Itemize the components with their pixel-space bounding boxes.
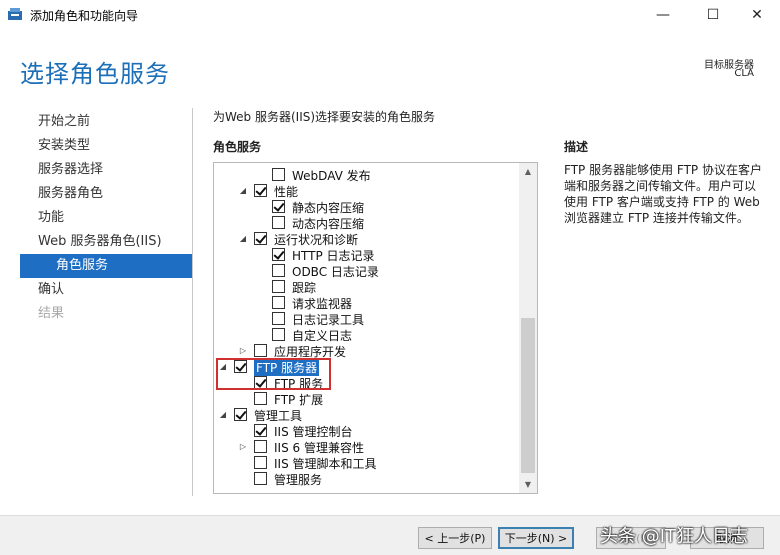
checkbox[interactable] — [272, 168, 285, 181]
tree-row[interactable]: ◢ 管理工具 — [214, 407, 519, 423]
expand-arrow-icon[interactable]: ◢ — [238, 186, 248, 196]
checkbox[interactable] — [272, 296, 285, 309]
tree-row[interactable]: 跟踪 — [214, 279, 519, 295]
tree-row[interactable]: 请求监视器 — [214, 295, 519, 311]
scroll-down-arrow-icon[interactable]: ▼ — [519, 476, 537, 493]
tree-item-label: 跟踪 — [292, 281, 317, 295]
tree-row[interactable]: IIS 管理脚本和工具 — [214, 455, 519, 471]
tree-item-label: IIS 管理脚本和工具 — [274, 457, 377, 471]
nav-item[interactable]: 安装类型 — [20, 134, 192, 158]
checkbox[interactable] — [234, 408, 247, 421]
nav-item[interactable]: 服务器角色 — [20, 182, 192, 206]
nav-item[interactable]: 服务器选择 — [20, 158, 192, 182]
tree-row[interactable]: 动态内容压缩 — [214, 215, 519, 231]
nav-item[interactable]: Web 服务器角色(IIS) — [20, 230, 192, 254]
wizard-nav: 开始之前 安装类型 服务器选择 服务器角色 功能 Web 服务器角色(IIS) 角色服务 确认… — [20, 110, 192, 326]
tree-item-label: FTP 扩展 — [274, 393, 324, 407]
checkbox[interactable] — [254, 392, 267, 405]
expand-arrow-icon[interactable]: ◢ — [238, 234, 248, 244]
role-services-tree[interactable]: WebDAV 发布 ◢ 性能静态内容压缩 动态内容压缩 ◢ 运行状况和诊断 HTTP 日志记… — [213, 162, 538, 494]
tree-scrollbar[interactable]: ▲ ▼ — [519, 163, 537, 493]
next-button[interactable]: 下一步(N) > — [498, 527, 574, 549]
description-text: FTP 服务器能够使用 FTP 协议在客户端和服务器之间传输文件。用户可以使用 … — [564, 163, 762, 225]
tree-item-label: 管理服务 — [274, 473, 323, 487]
tree-item-label: 日志记录工具 — [292, 313, 365, 327]
tree-row[interactable]: ◢ 性能 — [214, 183, 519, 199]
checkbox[interactable] — [272, 328, 285, 341]
nav-item[interactable]: 角色服务 — [20, 254, 192, 278]
tree-row[interactable]: IIS 管理控制台 — [214, 423, 519, 439]
nav-item: 结果 — [38, 306, 65, 321]
tree-item-label: 运行状况和诊断 — [274, 233, 359, 247]
tree-row[interactable]: FTP 扩展 — [214, 391, 519, 407]
nav-divider — [192, 108, 193, 496]
checkbox[interactable] — [254, 232, 267, 245]
checkbox[interactable] — [272, 264, 285, 277]
checkbox[interactable] — [254, 344, 267, 357]
tree-row[interactable]: 静态内容压缩 — [214, 199, 519, 215]
checkbox[interactable] — [254, 424, 267, 437]
instruction-text: 为Web 服务器(IIS)选择要安装的角色服务 — [213, 110, 436, 124]
tree-item-label: IIS 管理控制台 — [274, 425, 353, 439]
checkbox[interactable] — [272, 216, 285, 229]
checkbox[interactable] — [272, 200, 285, 213]
checkbox[interactable] — [254, 440, 267, 453]
tree-item-label: 静态内容压缩 — [292, 201, 365, 215]
tree-item-label: 管理工具 — [254, 409, 303, 423]
checkbox[interactable] — [254, 456, 267, 469]
scroll-up-arrow-icon[interactable]: ▲ — [519, 163, 537, 180]
scroll-thumb[interactable] — [521, 318, 535, 473]
server-manager-icon — [8, 8, 22, 20]
maximize-button[interactable]: ☐ — [690, 0, 736, 30]
collapse-arrow-icon[interactable]: ▷ — [238, 346, 248, 356]
tree-item-label: WebDAV 发布 — [292, 169, 371, 183]
tree-row[interactable]: WebDAV 发布 — [214, 167, 519, 183]
tree-row[interactable]: ODBC 日志记录 — [214, 263, 519, 279]
nav-item[interactable]: 开始之前 — [20, 110, 192, 134]
expand-arrow-icon[interactable]: ◢ — [218, 410, 228, 420]
red-highlight-annotation — [216, 358, 331, 390]
tree-row[interactable]: ▷ IIS 6 管理兼容性 — [214, 439, 519, 455]
target-server-value: CLA — [734, 68, 754, 79]
tree-item-label: 请求监视器 — [292, 297, 353, 311]
checkbox[interactable] — [272, 312, 285, 325]
previous-button[interactable]: < 上一步(P) — [418, 527, 492, 549]
tree-row[interactable]: ◢ 运行状况和诊断 — [214, 231, 519, 247]
tree-item-label: 性能 — [274, 185, 299, 199]
tree-item-label: 动态内容压缩 — [292, 217, 365, 231]
description-header: 描述 — [564, 140, 589, 154]
title-bar: 添加角色和功能向导 — ☐ ✕ — [0, 0, 780, 30]
checkbox[interactable] — [272, 280, 285, 293]
tree-item-label: HTTP 日志记录 — [292, 249, 375, 263]
checkbox[interactable] — [254, 184, 267, 197]
page-title: 选择角色服务 — [20, 60, 170, 88]
tree-row[interactable]: 管理服务 — [214, 471, 519, 487]
tree-item-label: ODBC 日志记录 — [292, 265, 379, 279]
close-button[interactable]: ✕ — [734, 0, 780, 30]
tree-item-label: IIS 6 管理兼容性 — [274, 441, 364, 455]
tree-row[interactable]: 日志记录工具 — [214, 311, 519, 327]
tree-row[interactable]: HTTP 日志记录 — [214, 247, 519, 263]
checkbox[interactable] — [272, 248, 285, 261]
collapse-arrow-icon[interactable]: ▷ — [238, 442, 248, 452]
tree-row[interactable]: 自定义日志 — [214, 327, 519, 343]
nav-item[interactable]: 功能 — [20, 206, 192, 230]
tree-row[interactable]: ▷ 应用程序开发 — [214, 343, 519, 359]
checkbox[interactable] — [254, 472, 267, 485]
tree-item-label: 自定义日志 — [292, 329, 353, 343]
watermark: 头条 @IT狂人日志 — [600, 526, 749, 547]
minimize-button[interactable]: — — [640, 0, 686, 30]
window-title: 添加角色和功能向导 — [30, 9, 139, 23]
nav-item[interactable]: 确认 — [20, 278, 192, 302]
role-services-header: 角色服务 — [213, 140, 262, 154]
